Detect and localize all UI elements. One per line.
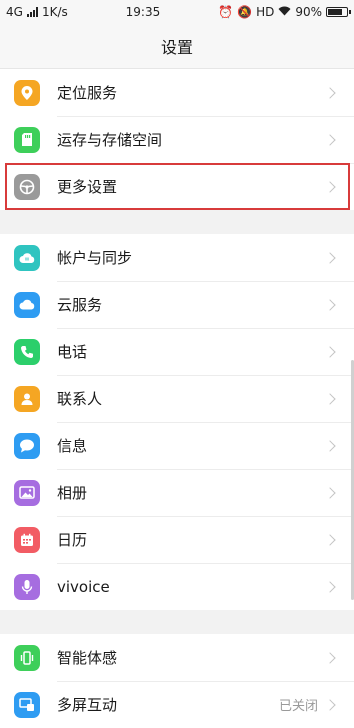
chevron-right-icon — [324, 392, 336, 405]
chevron-right-icon — [324, 251, 336, 264]
row-label: 多屏互动 — [57, 696, 118, 714]
cloud-account-icon — [14, 244, 40, 271]
signal-icon — [26, 7, 38, 17]
row-label: 云服务 — [57, 296, 103, 314]
row-label: 信息 — [57, 437, 88, 455]
chevron-right-icon — [324, 580, 336, 593]
settings-group: 帐户与同步云服务电话联系人信息相册日历 vivoice — [0, 234, 354, 610]
battery-percent: 90% — [295, 5, 322, 19]
mute-icon: 🔕 — [237, 5, 253, 19]
multi-screen-icon — [14, 691, 40, 718]
status-bar: 4G 1K/s 19:35 ⏰ 🔕 HD 90% — [0, 0, 354, 24]
row-label: 帐户与同步 — [57, 249, 133, 267]
settings-row[interactable]: 云服务 — [0, 281, 354, 328]
chevron-right-icon — [324, 345, 336, 358]
section-gap — [0, 610, 354, 634]
battery-icon — [326, 7, 351, 17]
header: 设置 — [0, 24, 354, 69]
message-icon — [14, 432, 40, 459]
row-label: 定位服务 — [57, 84, 118, 102]
contact-icon — [14, 385, 40, 412]
settings-row[interactable]: 相册 — [0, 469, 354, 516]
row-label: vivoice — [57, 577, 110, 596]
section-gap — [0, 210, 354, 234]
settings-row[interactable]: vivoice — [0, 563, 354, 610]
chevron-right-icon — [324, 133, 336, 146]
settings-row[interactable]: 日历 — [0, 516, 354, 563]
chevron-right-icon — [324, 180, 336, 193]
settings-list: 定位服务运存与存储空间 更多设置帐户与同步云服务电话联系人信息相册日历 vivoic… — [0, 69, 354, 728]
row-label: 智能体感 — [57, 649, 118, 667]
location-pin-icon — [14, 79, 40, 106]
chevron-right-icon — [324, 439, 336, 452]
settings-row[interactable]: 信息 — [0, 422, 354, 469]
settings-row[interactable]: 电话 — [0, 328, 354, 375]
chevron-right-icon — [324, 486, 336, 499]
calendar-icon — [14, 526, 40, 553]
settings-row[interactable]: 多屏互动 已关闭 — [0, 681, 354, 728]
network-type: 4G — [6, 5, 23, 19]
settings-group: 定位服务运存与存储空间 更多设置 — [0, 69, 354, 210]
row-label: 更多设置 — [57, 178, 118, 196]
chevron-right-icon — [324, 698, 336, 711]
row-value: 已关闭 — [278, 699, 318, 714]
row-label: 运存与存储空间 — [57, 131, 163, 149]
page-title: 设置 — [160, 38, 193, 57]
settings-row[interactable]: 更多设置 — [0, 163, 354, 210]
chevron-right-icon — [324, 651, 336, 664]
clock: 19:35 — [125, 5, 161, 19]
row-label: 日历 — [57, 531, 88, 549]
settings-row[interactable]: 帐户与同步 — [0, 234, 354, 281]
chevron-right-icon — [324, 298, 336, 311]
alarm-icon: ⏰ — [218, 5, 234, 19]
settings-row[interactable]: 运存与存储空间 — [0, 116, 354, 163]
row-label: 电话 — [57, 343, 88, 361]
row-label: 相册 — [57, 484, 88, 502]
chevron-right-icon — [324, 533, 336, 546]
phone-icon — [14, 338, 40, 365]
settings-row[interactable]: 智能体感 — [0, 634, 354, 681]
settings-group: 智能体感多屏互动 已关闭 — [0, 634, 354, 728]
chevron-right-icon — [324, 86, 336, 99]
microphone-icon — [14, 573, 40, 600]
sd-card-icon — [14, 126, 40, 153]
steering-wheel-icon — [14, 173, 40, 200]
album-icon — [14, 479, 40, 506]
settings-row[interactable]: 定位服务 — [0, 69, 354, 116]
hd-badge: HD — [256, 5, 275, 19]
network-speed: 1K/s — [41, 5, 68, 19]
settings-row[interactable]: 联系人 — [0, 375, 354, 422]
row-label: 联系人 — [57, 390, 103, 408]
motion-phone-icon — [14, 644, 40, 671]
cloud-icon — [14, 291, 40, 318]
wifi-icon — [278, 5, 291, 19]
